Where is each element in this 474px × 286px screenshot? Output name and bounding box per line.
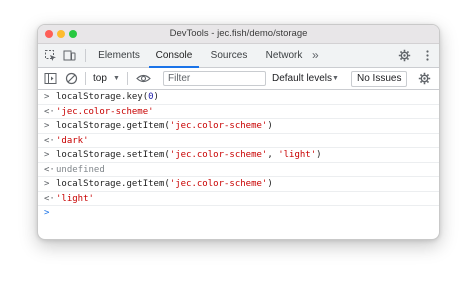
toolbar-divider <box>127 72 128 85</box>
code-text: localStorage.getItem( <box>56 179 170 189</box>
chevron-right-icon: > <box>44 92 50 102</box>
return-arrow-icon: <· <box>44 135 55 146</box>
live-expression-eye-icon[interactable] <box>136 72 151 85</box>
inspect-element-icon[interactable] <box>44 49 57 62</box>
toolbar-divider <box>85 72 86 85</box>
console-input-line: > localStorage.key(0) <box>38 90 439 105</box>
sidebar-toggle-icon[interactable] <box>44 72 57 85</box>
console-settings-gear-icon[interactable] <box>418 72 431 85</box>
return-arrow-icon: <· <box>44 193 55 204</box>
chevron-right-icon: > <box>44 121 50 131</box>
tab-sources[interactable]: Sources <box>205 44 253 67</box>
output-value: undefined <box>56 164 105 175</box>
toolbar-divider <box>85 49 86 62</box>
return-arrow-icon: <· <box>44 164 55 175</box>
console-toolbar: top ▼ Default levels ▼ No Issues <box>38 68 439 90</box>
caret-down-icon: ▼ <box>332 75 339 82</box>
code-text: localStorage.setItem( <box>56 150 170 160</box>
console-output-line: <· 'jec.color-scheme' <box>38 105 439 119</box>
code-text: ) <box>153 92 159 102</box>
tab-console[interactable]: Console <box>149 44 199 68</box>
console-input-line: > localStorage.getItem('jec.color-scheme… <box>38 119 439 134</box>
chevron-right-icon: > <box>44 179 50 189</box>
code-text: ) <box>267 179 273 189</box>
chevron-right-icon: > <box>44 150 50 160</box>
output-value: 'dark' <box>56 135 89 146</box>
caret-down-icon: ▼ <box>113 75 120 82</box>
chevron-right-icon: > <box>44 208 50 218</box>
clear-console-icon[interactable] <box>65 72 78 85</box>
filter-input[interactable] <box>163 71 266 86</box>
return-arrow-icon: <· <box>44 106 55 117</box>
devtools-window: DevTools - jec.fish/demo/storage Element… <box>37 24 440 240</box>
code-text: localStorage.getItem( <box>56 121 170 131</box>
code-string: 'jec.color-scheme' <box>169 150 268 160</box>
panel-tab-bar: Elements Console Sources Network » <box>38 44 439 68</box>
tab-elements[interactable]: Elements <box>93 44 145 67</box>
title-bar: DevTools - jec.fish/demo/storage <box>38 25 439 44</box>
code-string: 'jec.color-scheme' <box>169 179 268 189</box>
more-options-icon[interactable] <box>421 49 434 62</box>
output-value: 'light' <box>56 193 94 204</box>
log-levels-dropdown[interactable]: Default levels <box>272 68 332 89</box>
code-text: ) <box>316 150 322 160</box>
console-output-line: <· 'dark' <box>38 134 439 148</box>
console-output: > localStorage.key(0) <· 'jec.color-sche… <box>38 90 439 239</box>
device-toolbar-icon[interactable] <box>63 49 76 62</box>
output-value: 'jec.color-scheme' <box>56 106 154 117</box>
issues-button[interactable]: No Issues <box>351 71 408 87</box>
code-text: , <box>267 150 279 160</box>
console-output-line: <· 'light' <box>38 192 439 206</box>
console-prompt-input[interactable]: > <box>38 206 439 221</box>
code-string: 'jec.color-scheme' <box>169 121 268 131</box>
more-tabs-button[interactable]: » <box>312 44 319 67</box>
console-output-line: <· undefined <box>38 163 439 177</box>
console-input-line: > localStorage.setItem('jec.color-scheme… <box>38 148 439 163</box>
context-selector[interactable]: top <box>93 68 107 89</box>
code-text: localStorage.key( <box>56 92 149 102</box>
code-string: 'light' <box>278 150 317 160</box>
console-input-line: > localStorage.getItem('jec.color-scheme… <box>38 177 439 192</box>
tab-network[interactable]: Network <box>260 44 308 67</box>
window-title: DevTools - jec.fish/demo/storage <box>169 28 308 39</box>
code-text: ) <box>267 121 273 131</box>
settings-gear-icon[interactable] <box>398 49 411 62</box>
